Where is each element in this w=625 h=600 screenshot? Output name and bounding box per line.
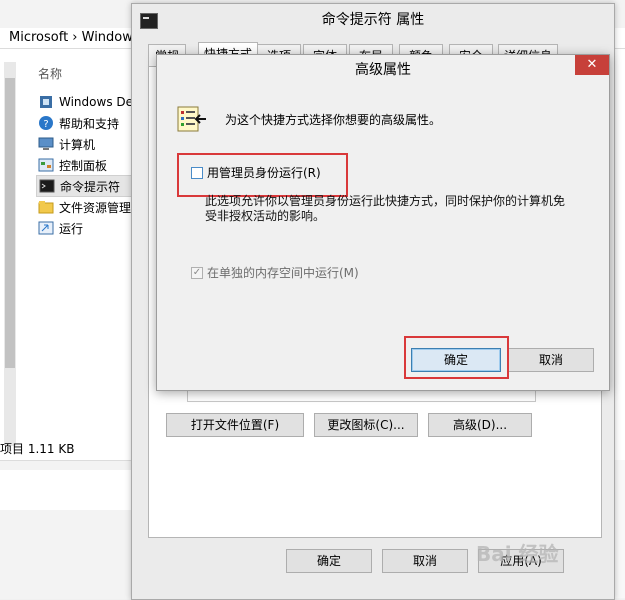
watermark: Bai 经验 bbox=[476, 542, 559, 566]
admin-note: 此选项允许你以管理员身份运行此快捷方式，同时保护你的计算机免受非授权活动的影响。 bbox=[205, 194, 566, 223]
dialog-body bbox=[164, 83, 602, 383]
dialog-title: 命令提示符 属性 bbox=[321, 12, 425, 28]
ok-button[interactable]: 确定 bbox=[286, 549, 372, 573]
list-item[interactable]: 文件资源管理 bbox=[38, 197, 131, 217]
explorer-icon bbox=[38, 201, 54, 214]
open-file-location-button[interactable]: 打开文件位置(F) bbox=[166, 413, 304, 437]
list-item-selected[interactable]: 命令提示符 bbox=[36, 175, 140, 197]
windows-defender-icon bbox=[40, 96, 52, 108]
column-header-name[interactable]: 名称 bbox=[38, 65, 62, 82]
svg-text:?: ? bbox=[43, 119, 48, 130]
highlight-box bbox=[177, 153, 348, 197]
shortcut-properties-icon bbox=[177, 106, 206, 132]
list-item-label: 运行 bbox=[59, 221, 84, 236]
list-item[interactable]: ? 帮助和支持 bbox=[38, 113, 119, 133]
list-item-label: 计算机 bbox=[59, 137, 96, 152]
dialog-title: 高级属性 bbox=[355, 62, 411, 78]
list-item-label: Windows De bbox=[59, 95, 134, 109]
scrollbar-thumb[interactable] bbox=[5, 78, 15, 368]
cmd-icon bbox=[39, 179, 55, 193]
separate-memory-option: ✓ 在单独的内存空间中运行(M) bbox=[191, 264, 359, 281]
list-item[interactable]: 控制面板 bbox=[38, 155, 107, 175]
list-item[interactable]: 计算机 bbox=[38, 134, 95, 154]
list-item-label: 控制面板 bbox=[59, 158, 108, 173]
separate-memory-checkbox: ✓ bbox=[191, 266, 203, 279]
advanced-properties-dialog: 高级属性 ✕ 为这个快捷方式选择你想要的高级属性。 用管理员身份运行(R) 此选… bbox=[156, 54, 610, 391]
help-icon: ? bbox=[39, 116, 53, 130]
list-item-label: 文件资源管理 bbox=[59, 200, 132, 215]
highlight-box bbox=[404, 336, 509, 379]
computer-icon bbox=[38, 137, 54, 150]
list-item-label: 命令提示符 bbox=[60, 179, 121, 194]
cancel-button[interactable]: 取消 bbox=[382, 549, 468, 573]
list-item[interactable]: Windows De bbox=[38, 92, 133, 112]
advanced-cancel-button[interactable]: 取消 bbox=[508, 348, 594, 372]
dialog-heading: 为这个快捷方式选择你想要的高级属性。 bbox=[225, 113, 442, 127]
control-panel-icon bbox=[38, 158, 54, 172]
separate-memory-label: 在单独的内存空间中运行(M) bbox=[207, 266, 359, 280]
list-item-label: 帮助和支持 bbox=[59, 116, 120, 131]
run-icon bbox=[38, 221, 54, 235]
close-button[interactable]: ✕ bbox=[575, 55, 609, 75]
status-bar: 项目 1.11 KB bbox=[0, 442, 75, 456]
list-item[interactable]: 运行 bbox=[38, 218, 83, 238]
change-icon-button[interactable]: 更改图标(C)... bbox=[314, 413, 418, 437]
advanced-button[interactable]: 高级(D)... bbox=[428, 413, 532, 437]
breadcrumb[interactable]: Microsoft › Window bbox=[9, 30, 133, 45]
